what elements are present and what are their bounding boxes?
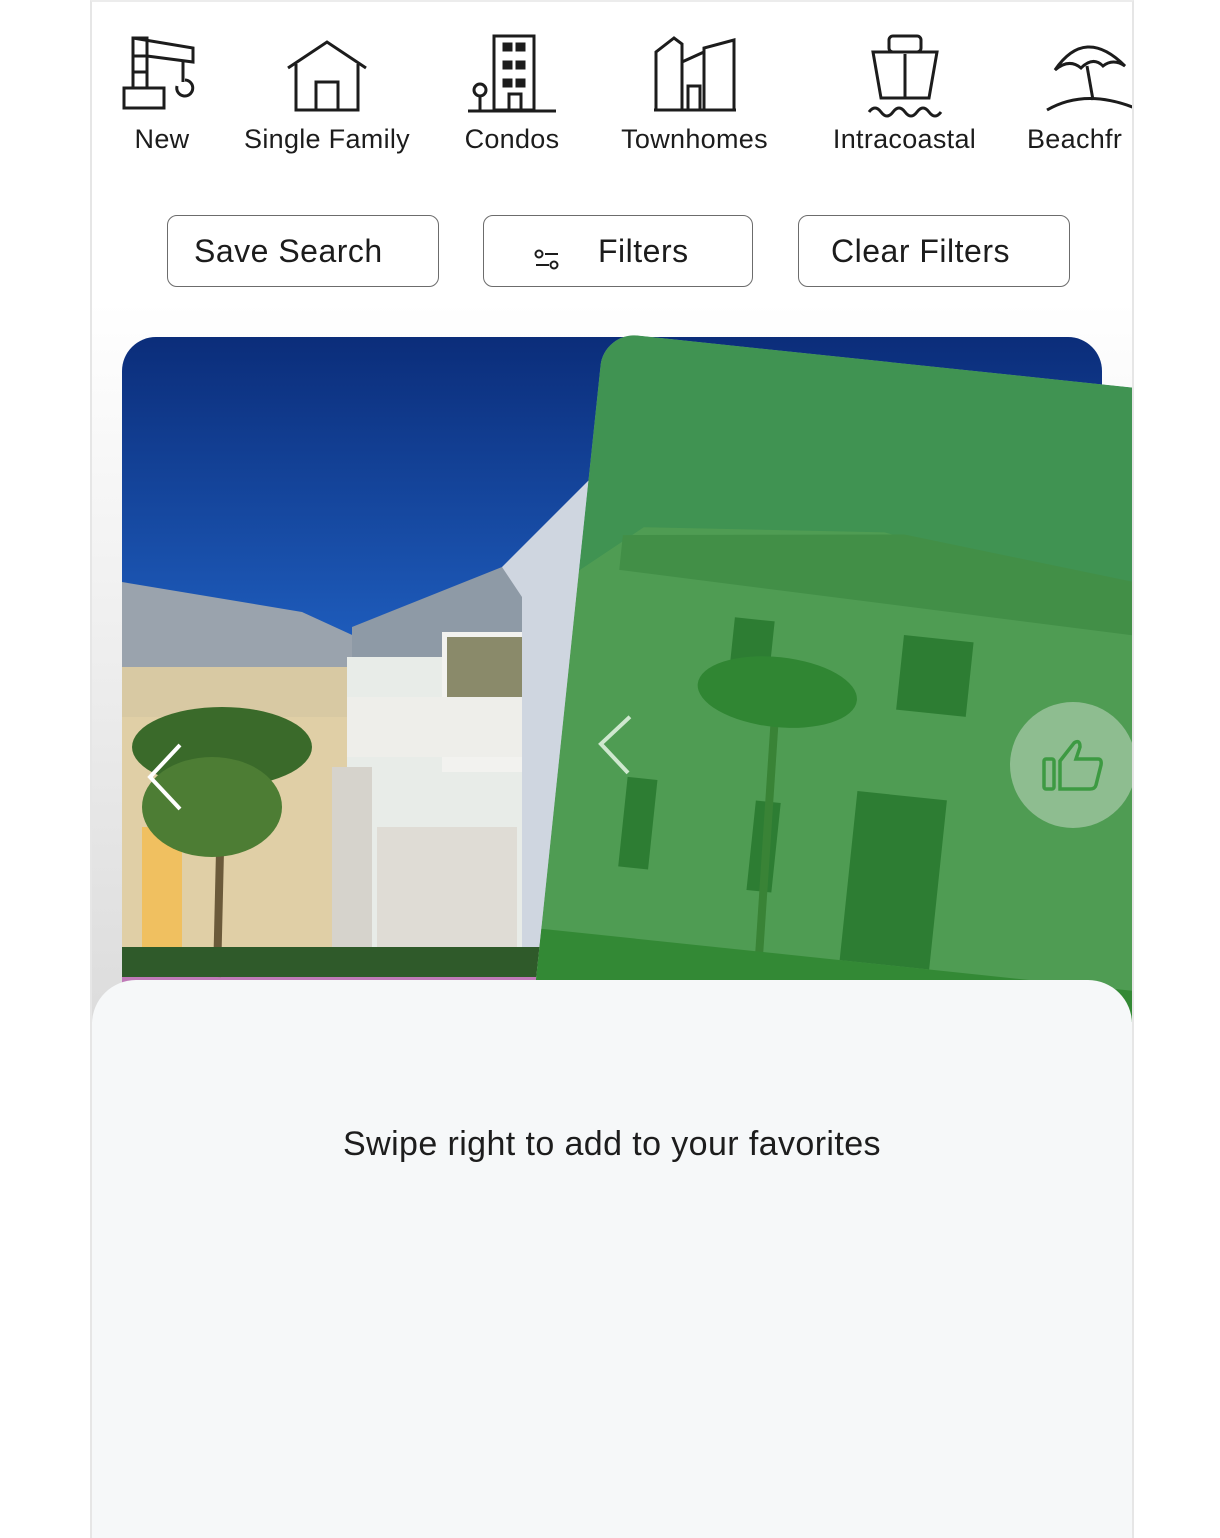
category-label: Single Family bbox=[244, 124, 410, 154]
boat-icon bbox=[867, 34, 942, 118]
category-label: Intracoastal bbox=[832, 124, 977, 154]
house-icon bbox=[287, 40, 367, 112]
category-label: Townhomes bbox=[621, 124, 768, 154]
beach-umbrella-icon bbox=[1046, 45, 1132, 112]
crane-icon bbox=[122, 36, 195, 110]
thumbs-up-icon bbox=[1042, 739, 1103, 791]
save-search-button[interactable]: Save Search bbox=[167, 215, 439, 287]
category-condos[interactable]: Condos bbox=[462, 32, 562, 155]
category-intracoastal[interactable]: Intracoastal bbox=[822, 32, 987, 155]
filters-button[interactable]: Filters bbox=[483, 215, 753, 287]
listing-photo-liked bbox=[524, 332, 1132, 1022]
category-label: Condos bbox=[464, 124, 560, 154]
swipe-hint: Swipe right to add to your favorites bbox=[343, 1125, 881, 1163]
category-strip[interactable]: New Single Family Condos Townhomes Intra… bbox=[92, 2, 1132, 197]
sliders-icon bbox=[534, 249, 559, 270]
category-single-family[interactable]: Single Family bbox=[242, 32, 412, 155]
clear-filters-label: Clear Filters bbox=[831, 232, 1010, 269]
filters-label: Filters bbox=[598, 232, 689, 269]
category-new[interactable]: New bbox=[112, 32, 212, 155]
category-townhomes[interactable]: Townhomes bbox=[612, 32, 777, 155]
category-label: Beachfr bbox=[1027, 124, 1123, 154]
like-button[interactable] bbox=[1010, 702, 1132, 828]
clear-filters-button[interactable]: Clear Filters bbox=[798, 215, 1070, 287]
swipe-card-stack[interactable] bbox=[92, 302, 1132, 1022]
condo-building-icon bbox=[468, 34, 556, 113]
category-label: New bbox=[134, 124, 190, 154]
app-frame: New Single Family Condos Townhomes Intra… bbox=[90, 0, 1134, 1538]
save-search-label: Save Search bbox=[194, 232, 383, 269]
bottom-sheet: Swipe right to add to your favorites bbox=[92, 980, 1132, 1538]
listing-card-front[interactable] bbox=[524, 332, 1132, 1022]
category-beachfront[interactable]: Beachfr bbox=[1027, 32, 1132, 155]
townhomes-icon bbox=[653, 36, 736, 112]
